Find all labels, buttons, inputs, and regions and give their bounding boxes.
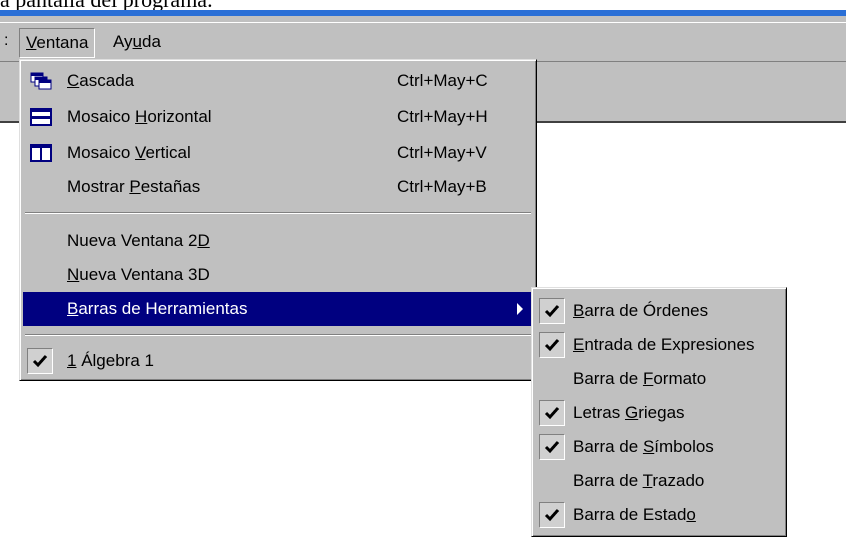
submenu-item-barra-simbolos[interactable]: Barra de Símbolos bbox=[535, 430, 783, 464]
menu-item-mosaico-horizontal[interactable]: Mosaico Horizontal Ctrl+May+H bbox=[23, 100, 533, 134]
menu-item-nueva-ventana-2d[interactable]: Nueva Ventana 2D bbox=[23, 224, 533, 258]
checkmark-icon bbox=[27, 348, 53, 374]
menu-ayuda[interactable]: Ayuda bbox=[107, 28, 167, 56]
shortcut-text: Ctrl+May+V bbox=[397, 143, 487, 162]
menu-ventana[interactable]: Ventana bbox=[19, 28, 96, 58]
window-menu: Cascada Ctrl+May+C Mosaico Horizontal Ct… bbox=[19, 59, 537, 381]
submenu-arrow-icon bbox=[517, 303, 523, 315]
menu-item-nueva-ventana-3d[interactable]: Nueva Ventana 3D bbox=[23, 258, 533, 292]
menu-item-cascada[interactable]: Cascada Ctrl+May+C bbox=[23, 64, 533, 98]
submenu-item-barra-formato[interactable]: Barra de Formato bbox=[535, 362, 783, 396]
submenu-item-entrada-expresiones[interactable]: Entrada de Expresiones bbox=[535, 328, 783, 362]
tile-vertical-icon bbox=[30, 144, 52, 162]
menu-item-mosaico-vertical[interactable]: Mosaico Vertical Ctrl+May+V bbox=[23, 136, 533, 170]
checkmark-icon bbox=[539, 434, 565, 460]
submenu-item-barra-ordenes[interactable]: Barra de Órdenes bbox=[535, 294, 783, 328]
shortcut-text: Ctrl+May+B bbox=[397, 177, 487, 196]
shortcut-text: Ctrl+May+C bbox=[397, 71, 488, 90]
cascade-icon bbox=[30, 72, 52, 90]
checkmark-icon bbox=[539, 502, 565, 528]
checkmark-icon bbox=[539, 298, 565, 324]
menu-separator bbox=[25, 334, 531, 336]
menu-bar: : Ventana Ayuda bbox=[0, 22, 846, 62]
submenu-item-barra-trazado[interactable]: Barra de Trazado bbox=[535, 464, 783, 498]
menu-bar-partial-item: : bbox=[4, 32, 9, 49]
checkmark-icon bbox=[539, 400, 565, 426]
submenu-item-barra-estado[interactable]: Barra de Estado bbox=[535, 498, 783, 532]
menu-item-mostrar-pestanas[interactable]: Mostrar Pestañas Ctrl+May+B bbox=[23, 170, 533, 204]
checkmark-icon bbox=[539, 332, 565, 358]
menu-separator bbox=[25, 212, 531, 214]
menu-item-window-algebra-1[interactable]: 1 Álgebra 1 bbox=[23, 344, 533, 378]
shortcut-text: Ctrl+May+H bbox=[397, 107, 488, 126]
tile-horizontal-icon bbox=[30, 108, 52, 126]
toolbars-submenu: Barra de Órdenes Entrada de Expresiones … bbox=[531, 287, 787, 537]
submenu-item-letras-griegas[interactable]: Letras Griegas bbox=[535, 396, 783, 430]
menu-item-barras-herramientas[interactable]: Barras de Herramientas bbox=[23, 292, 533, 326]
